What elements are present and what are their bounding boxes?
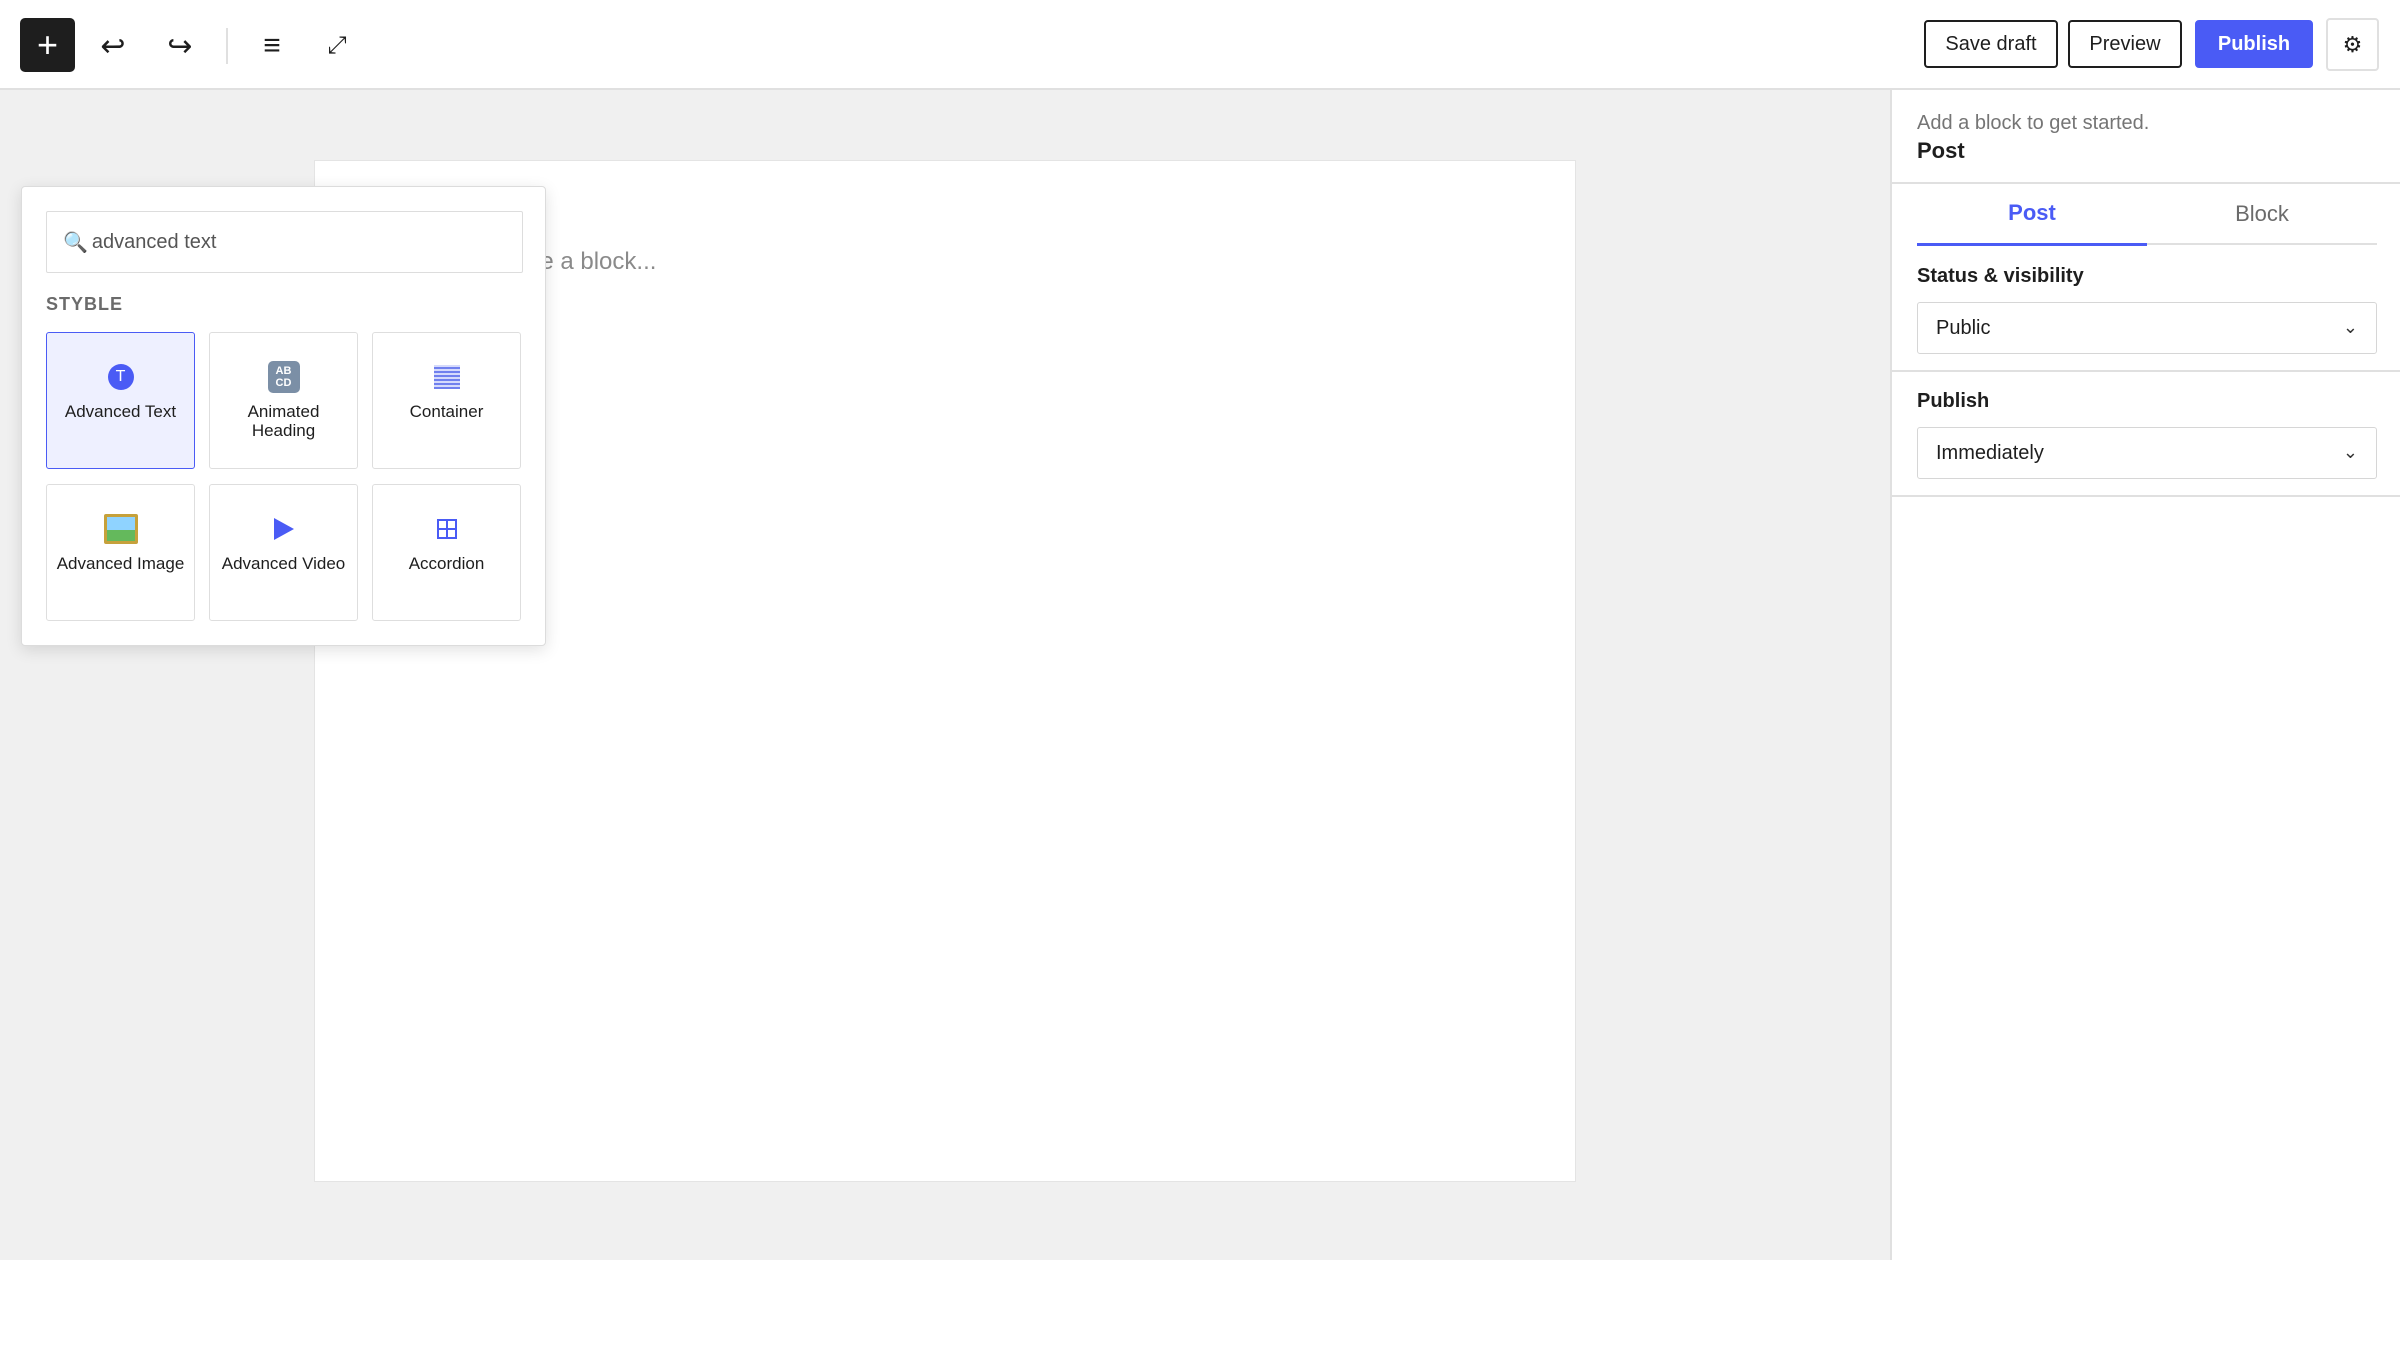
sidebar-hint: Add a block to get started. xyxy=(1917,112,2150,134)
block-search[interactable]: 🔍 xyxy=(46,211,523,273)
settings-sidebar: Add a block to get started. Post Post Bl… xyxy=(1890,90,2400,1260)
toolbar-divider xyxy=(226,28,228,64)
block-category-label: STYBLE xyxy=(46,294,124,314)
undo-icon: ↩ xyxy=(100,29,126,63)
sidebar-title: Post xyxy=(1917,138,1965,163)
block-advanced-video[interactable]: Advanced Video xyxy=(209,484,358,621)
expand-icon: ⤢ xyxy=(327,32,347,59)
tab-block[interactable]: Block xyxy=(2147,182,2377,245)
add-block-button[interactable]: + xyxy=(20,18,75,72)
block-advanced-text[interactable]: T Advanced Text xyxy=(46,332,195,469)
plus-icon: + xyxy=(36,24,59,65)
preview-button[interactable]: Preview xyxy=(2068,20,2182,68)
block-label: Advanced Text xyxy=(64,402,177,421)
chevron-down-icon: ⌄ xyxy=(2342,317,2358,337)
block-label: Advanced Video xyxy=(221,554,346,573)
grid-icon xyxy=(436,519,457,539)
status-visibility-select[interactable]: Public ⌄ xyxy=(1917,302,2377,354)
redo-icon: ↪ xyxy=(167,29,193,63)
publish-time-value: Immediately xyxy=(1936,441,2044,464)
image-icon xyxy=(103,514,138,544)
block-label: Animated Heading xyxy=(247,402,320,440)
block-accordion[interactable]: Accordion xyxy=(372,484,521,621)
sidebar-divider xyxy=(1892,370,2400,372)
publish-time-select[interactable]: Immediately ⌄ xyxy=(1917,427,2377,479)
container-icon xyxy=(433,365,460,389)
status-visibility-value: Public xyxy=(1936,316,1991,339)
block-container[interactable]: Container xyxy=(372,332,521,469)
block-label: Accordion xyxy=(408,554,485,573)
sidebar-tabs: Post Block xyxy=(1917,182,2377,246)
chevron-down-icon: ⌄ xyxy=(2342,442,2358,462)
tab-post[interactable]: Post xyxy=(1917,182,2147,246)
settings-button[interactable]: ⚙ xyxy=(2326,18,2379,71)
publish-button[interactable]: Publish xyxy=(2195,20,2313,68)
block-label: Container xyxy=(409,402,484,421)
gear-icon: ⚙ xyxy=(2342,31,2363,57)
redo-button[interactable]: ↪ xyxy=(153,19,207,73)
search-icon: 🔍 xyxy=(63,231,88,254)
block-advanced-image[interactable]: Advanced Image xyxy=(46,484,195,621)
fullscreen-button[interactable]: ⤢ xyxy=(310,19,364,73)
play-icon xyxy=(273,518,294,540)
save-draft-button[interactable]: Save draft xyxy=(1924,20,2058,68)
status-visibility-label: Status & visibility xyxy=(1917,265,2084,287)
list-icon: ≡ xyxy=(263,29,281,62)
abcd-icon: AB CD xyxy=(267,361,300,393)
page-footer-area xyxy=(0,1260,2400,1350)
block-label: Advanced Image xyxy=(56,554,185,573)
block-animated-heading[interactable]: AB CD Animated Heading xyxy=(209,332,358,469)
publish-label: Publish xyxy=(1917,390,1990,412)
block-search-input[interactable] xyxy=(91,230,492,254)
list-view-button[interactable]: ≡ xyxy=(245,19,299,73)
circle-t-icon: T xyxy=(107,364,134,390)
sidebar-divider xyxy=(1892,495,2400,497)
block-inserter-popover: 🔍 STYBLE T Advanced Text AB CD Animated … xyxy=(21,186,546,646)
undo-button[interactable]: ↩ xyxy=(86,19,140,73)
editor-toolbar: + ↩ ↪ ≡ ⤢ Save draft Preview Publish ⚙ xyxy=(0,0,2400,90)
